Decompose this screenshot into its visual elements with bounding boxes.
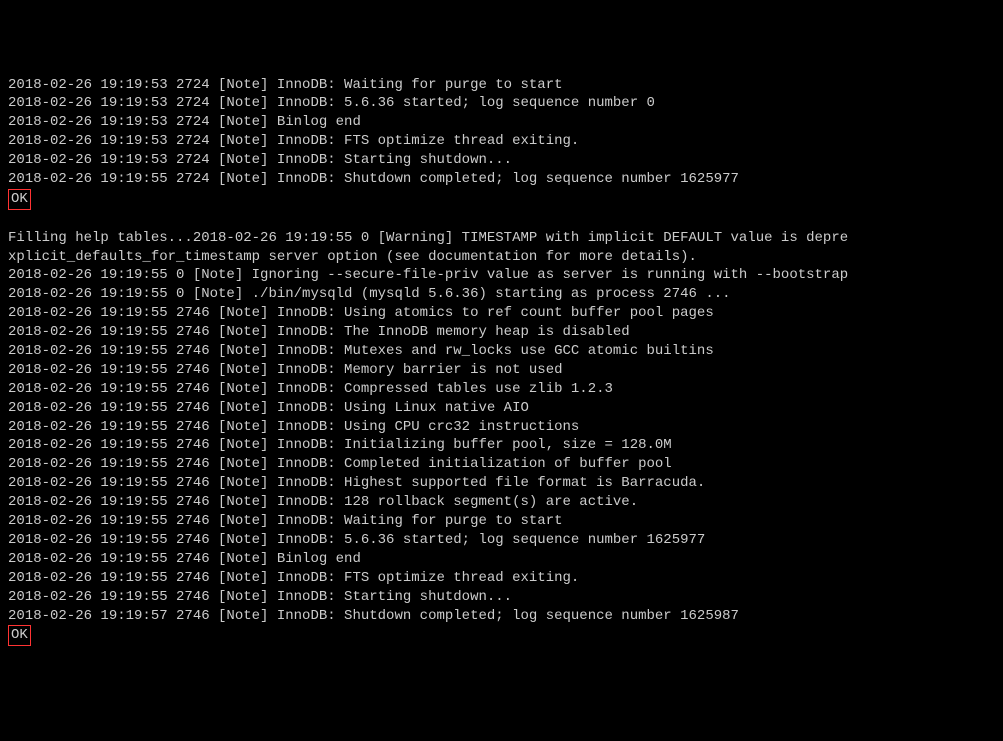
log-line: 2018-02-26 19:19:55 2746 [Note] InnoDB: … (8, 380, 995, 399)
log-line: 2018-02-26 19:19:55 0 [Note] Ignoring --… (8, 266, 995, 285)
log-line: 2018-02-26 19:19:55 2746 [Note] InnoDB: … (8, 493, 995, 512)
log-line: Filling help tables...2018-02-26 19:19:5… (8, 229, 995, 248)
ok-status: OK (8, 625, 31, 646)
log-line: 2018-02-26 19:19:55 2746 [Note] InnoDB: … (8, 399, 995, 418)
blank-line (8, 210, 995, 229)
log-line: 2018-02-26 19:19:57 2746 [Note] InnoDB: … (8, 607, 995, 626)
log-line: 2018-02-26 19:19:53 2724 [Note] InnoDB: … (8, 132, 995, 151)
ok-line: OK (8, 189, 995, 210)
ok-line: OK (8, 625, 995, 646)
log-line: 2018-02-26 19:19:53 2724 [Note] Binlog e… (8, 113, 995, 132)
log-line: 2018-02-26 19:19:55 2746 [Note] InnoDB: … (8, 323, 995, 342)
log-line: 2018-02-26 19:19:55 2746 [Note] InnoDB: … (8, 474, 995, 493)
log-line: 2018-02-26 19:19:55 2746 [Note] InnoDB: … (8, 455, 995, 474)
log-line: 2018-02-26 19:19:53 2724 [Note] InnoDB: … (8, 76, 995, 95)
log-line: 2018-02-26 19:19:55 2724 [Note] InnoDB: … (8, 170, 995, 189)
log-line: xplicit_defaults_for_timestamp server op… (8, 248, 995, 267)
log-line: 2018-02-26 19:19:55 2746 [Note] InnoDB: … (8, 531, 995, 550)
log-line: 2018-02-26 19:19:55 2746 [Note] InnoDB: … (8, 304, 995, 323)
log-line: 2018-02-26 19:19:53 2724 [Note] InnoDB: … (8, 151, 995, 170)
ok-status: OK (8, 189, 31, 210)
log-line: 2018-02-26 19:19:55 2746 [Note] InnoDB: … (8, 361, 995, 380)
log-line: 2018-02-26 19:19:55 2746 [Note] InnoDB: … (8, 436, 995, 455)
log-line: 2018-02-26 19:19:55 2746 [Note] InnoDB: … (8, 418, 995, 437)
log-line: 2018-02-26 19:19:55 2746 [Note] InnoDB: … (8, 342, 995, 361)
log-line: 2018-02-26 19:19:55 2746 [Note] InnoDB: … (8, 569, 995, 588)
log-line: 2018-02-26 19:19:55 2746 [Note] InnoDB: … (8, 512, 995, 531)
log-line: 2018-02-26 19:19:55 2746 [Note] Binlog e… (8, 550, 995, 569)
terminal-output: 2018-02-26 19:19:53 2724 [Note] InnoDB: … (8, 76, 995, 647)
log-line: 2018-02-26 19:19:53 2724 [Note] InnoDB: … (8, 94, 995, 113)
log-line: 2018-02-26 19:19:55 0 [Note] ./bin/mysql… (8, 285, 995, 304)
